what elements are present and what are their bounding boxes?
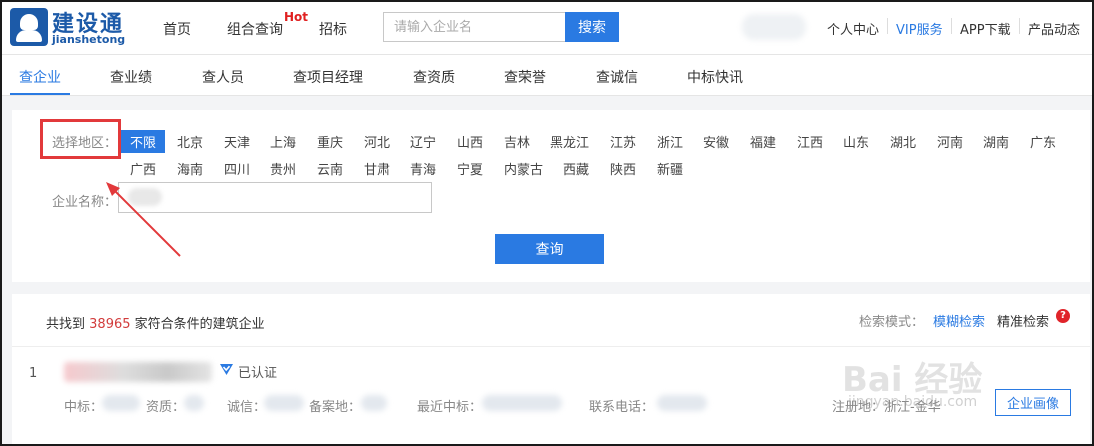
browser-frame: 建设通 jianshetong 首页 组合查询 Hot 招标 搜索 个人中心 V…	[0, 0, 1094, 446]
annotation-arrow	[106, 182, 181, 257]
